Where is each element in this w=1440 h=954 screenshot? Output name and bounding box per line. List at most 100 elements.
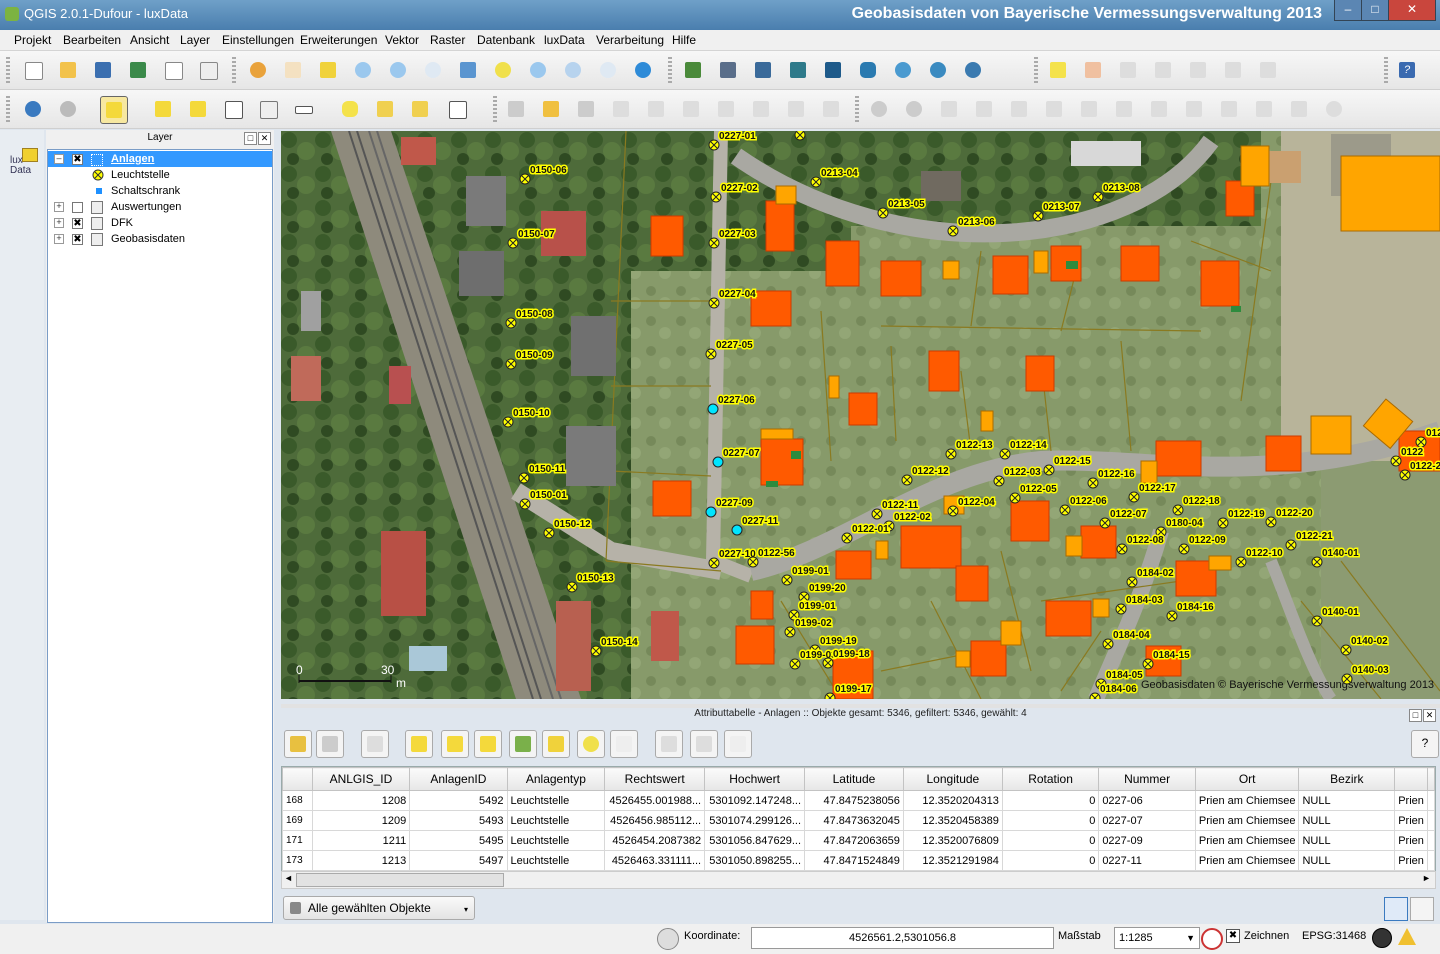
- attribute-table[interactable]: ANLGIS_ID AnlagenID Anlagentyp Rechtswert Ho…: [281, 766, 1436, 872]
- messages-icon[interactable]: [657, 928, 679, 950]
- collapse-icon[interactable]: –: [54, 154, 64, 164]
- layer-checkbox[interactable]: ✖: [72, 154, 83, 165]
- expression-select-icon[interactable]: [405, 730, 433, 758]
- text-annotation-icon[interactable]: [444, 96, 470, 122]
- form-view-icon[interactable]: [1410, 897, 1434, 921]
- paste-features-icon[interactable]: [818, 96, 844, 122]
- table-cell[interactable]: Prien am Chiemsee: [1194, 850, 1300, 871]
- zoom-layer-icon[interactable]: [525, 57, 551, 83]
- table-cell[interactable]: Prien am Chiemsee: [1194, 830, 1300, 851]
- label-show-hide-icon[interactable]: [1150, 57, 1176, 83]
- map-tips-icon[interactable]: [337, 96, 363, 122]
- undo-icon[interactable]: [866, 96, 892, 122]
- table-cell[interactable]: 1211: [311, 830, 411, 851]
- save-edits-icon[interactable]: [316, 730, 344, 758]
- row-number[interactable]: 168: [282, 790, 313, 811]
- column-header[interactable]: Longitude: [902, 767, 1003, 791]
- menu-raster[interactable]: Raster: [430, 33, 465, 47]
- rotation-icon[interactable]: [1201, 928, 1223, 950]
- row-number[interactable]: 171: [282, 830, 313, 851]
- map-svg[interactable]: 0 30 m Geobasisdaten © Bayerische Vermes…: [281, 131, 1440, 699]
- save-edits-icon[interactable]: [573, 96, 599, 122]
- table-cell[interactable]: 0: [1001, 830, 1100, 851]
- luxdata-label[interactable]: lux Data: [10, 156, 31, 176]
- save-as-icon[interactable]: [125, 57, 151, 83]
- label-rotate-icon[interactable]: [1220, 57, 1246, 83]
- map-canvas[interactable]: 0 30 m Geobasisdaten © Bayerische Vermes…: [281, 131, 1440, 699]
- expand-icon[interactable]: +: [54, 234, 64, 244]
- table-cell[interactable]: 12.3520204313: [902, 790, 1003, 811]
- maximize-button[interactable]: □: [1361, 0, 1389, 21]
- table-cell[interactable]: NULL: [1298, 790, 1396, 811]
- add-wms-icon[interactable]: [890, 57, 916, 83]
- scroll-thumb[interactable]: [296, 873, 504, 887]
- add-ring-icon[interactable]: [1006, 96, 1032, 122]
- menu-luxdata[interactable]: luxData: [544, 33, 585, 47]
- zoom-full-icon[interactable]: [455, 57, 481, 83]
- table-cell[interactable]: 5497: [409, 850, 508, 871]
- expression-select-icon[interactable]: [185, 96, 211, 122]
- table-cell[interactable]: 5301050.898255...: [704, 850, 806, 871]
- table-cell[interactable]: 1209: [311, 810, 411, 831]
- table-cell[interactable]: 4526456.985112...: [604, 810, 706, 831]
- table-cell[interactable]: 5301056.847629...: [704, 830, 806, 851]
- render-checkbox[interactable]: ✖: [1226, 929, 1240, 943]
- table-cell[interactable]: 0227-09: [1098, 830, 1196, 851]
- label-icon[interactable]: [1045, 57, 1071, 83]
- float-panel-icon[interactable]: □: [244, 132, 257, 145]
- offset-curve-icon[interactable]: [1181, 96, 1207, 122]
- layer-checkbox[interactable]: ✖: [72, 218, 83, 229]
- epsg-label[interactable]: EPSG:31468: [1302, 930, 1366, 942]
- table-cell[interactable]: NULL: [1298, 830, 1396, 851]
- table-cell[interactable]: NULL: [1298, 810, 1396, 831]
- add-mssql-icon[interactable]: [820, 57, 846, 83]
- column-header[interactable]: Latitude: [804, 767, 904, 791]
- copy-rows-icon[interactable]: [610, 730, 638, 758]
- open-project-icon[interactable]: [55, 57, 81, 83]
- menu-einstellungen[interactable]: Einstellungen: [222, 33, 294, 47]
- table-cell[interactable]: 4526455.001988...: [604, 790, 706, 811]
- close-table-icon[interactable]: ✕: [1423, 709, 1436, 722]
- table-cell[interactable]: Prien: [1394, 790, 1428, 811]
- horizontal-scrollbar[interactable]: ◄ ►: [281, 871, 1436, 889]
- row-number[interactable]: 169: [282, 810, 313, 831]
- redo-icon[interactable]: [901, 96, 927, 122]
- table-cell[interactable]: 47.8471524849: [804, 850, 904, 871]
- label-pin-icon[interactable]: [1080, 57, 1106, 83]
- pan-to-selection-icon[interactable]: [315, 57, 341, 83]
- scale-combobox[interactable]: 1:1285 ▼: [1114, 927, 1200, 949]
- show-bookmarks-icon[interactable]: [407, 96, 433, 122]
- save-project-icon[interactable]: [90, 57, 116, 83]
- show-selected-dropdown[interactable]: Alle gewählten Objekte anzeigen ▾: [283, 896, 475, 937]
- layer-checkbox[interactable]: ✖: [72, 234, 83, 245]
- zoom-native-icon[interactable]: [420, 57, 446, 83]
- column-header[interactable]: Ort: [1194, 767, 1300, 791]
- split-feature-icon[interactable]: [1216, 96, 1242, 122]
- measure-line-icon[interactable]: [290, 96, 316, 122]
- table-cell[interactable]: 0: [1001, 790, 1100, 811]
- move-feature-icon[interactable]: [643, 96, 669, 122]
- menu-verarbeitung[interactable]: Verarbeitung: [596, 33, 664, 47]
- column-header[interactable]: [1394, 767, 1428, 791]
- table-row[interactable]: 169 1209 5493 Leuchtstelle 4526456.985112...…: [282, 810, 1435, 831]
- table-cell[interactable]: 47.8472063659: [804, 830, 904, 851]
- zoom-next-icon[interactable]: [595, 57, 621, 83]
- lamp-marker[interactable]: [707, 403, 719, 415]
- lamp-marker[interactable]: [705, 506, 717, 518]
- new-print-composer-icon[interactable]: [160, 57, 186, 83]
- warning-icon[interactable]: [1398, 928, 1416, 945]
- toggle-edit-icon[interactable]: [284, 730, 312, 758]
- table-cell[interactable]: NULL: [1298, 850, 1396, 871]
- new-column-icon[interactable]: [655, 730, 683, 758]
- float-table-icon[interactable]: □: [1409, 709, 1422, 722]
- field-calculator-icon[interactable]: [724, 730, 752, 758]
- label-move-icon[interactable]: [1185, 57, 1211, 83]
- zoom-out-icon[interactable]: [385, 57, 411, 83]
- add-oracle-icon[interactable]: [855, 57, 881, 83]
- new-bookmark-icon[interactable]: [372, 96, 398, 122]
- table-cell[interactable]: 4526463.331111...: [604, 850, 706, 871]
- table-cell[interactable]: Leuchtstelle: [506, 790, 606, 811]
- label-highlight-icon[interactable]: [1115, 57, 1141, 83]
- field-calculator-icon[interactable]: [255, 96, 281, 122]
- lamp-marker[interactable]: [731, 524, 743, 536]
